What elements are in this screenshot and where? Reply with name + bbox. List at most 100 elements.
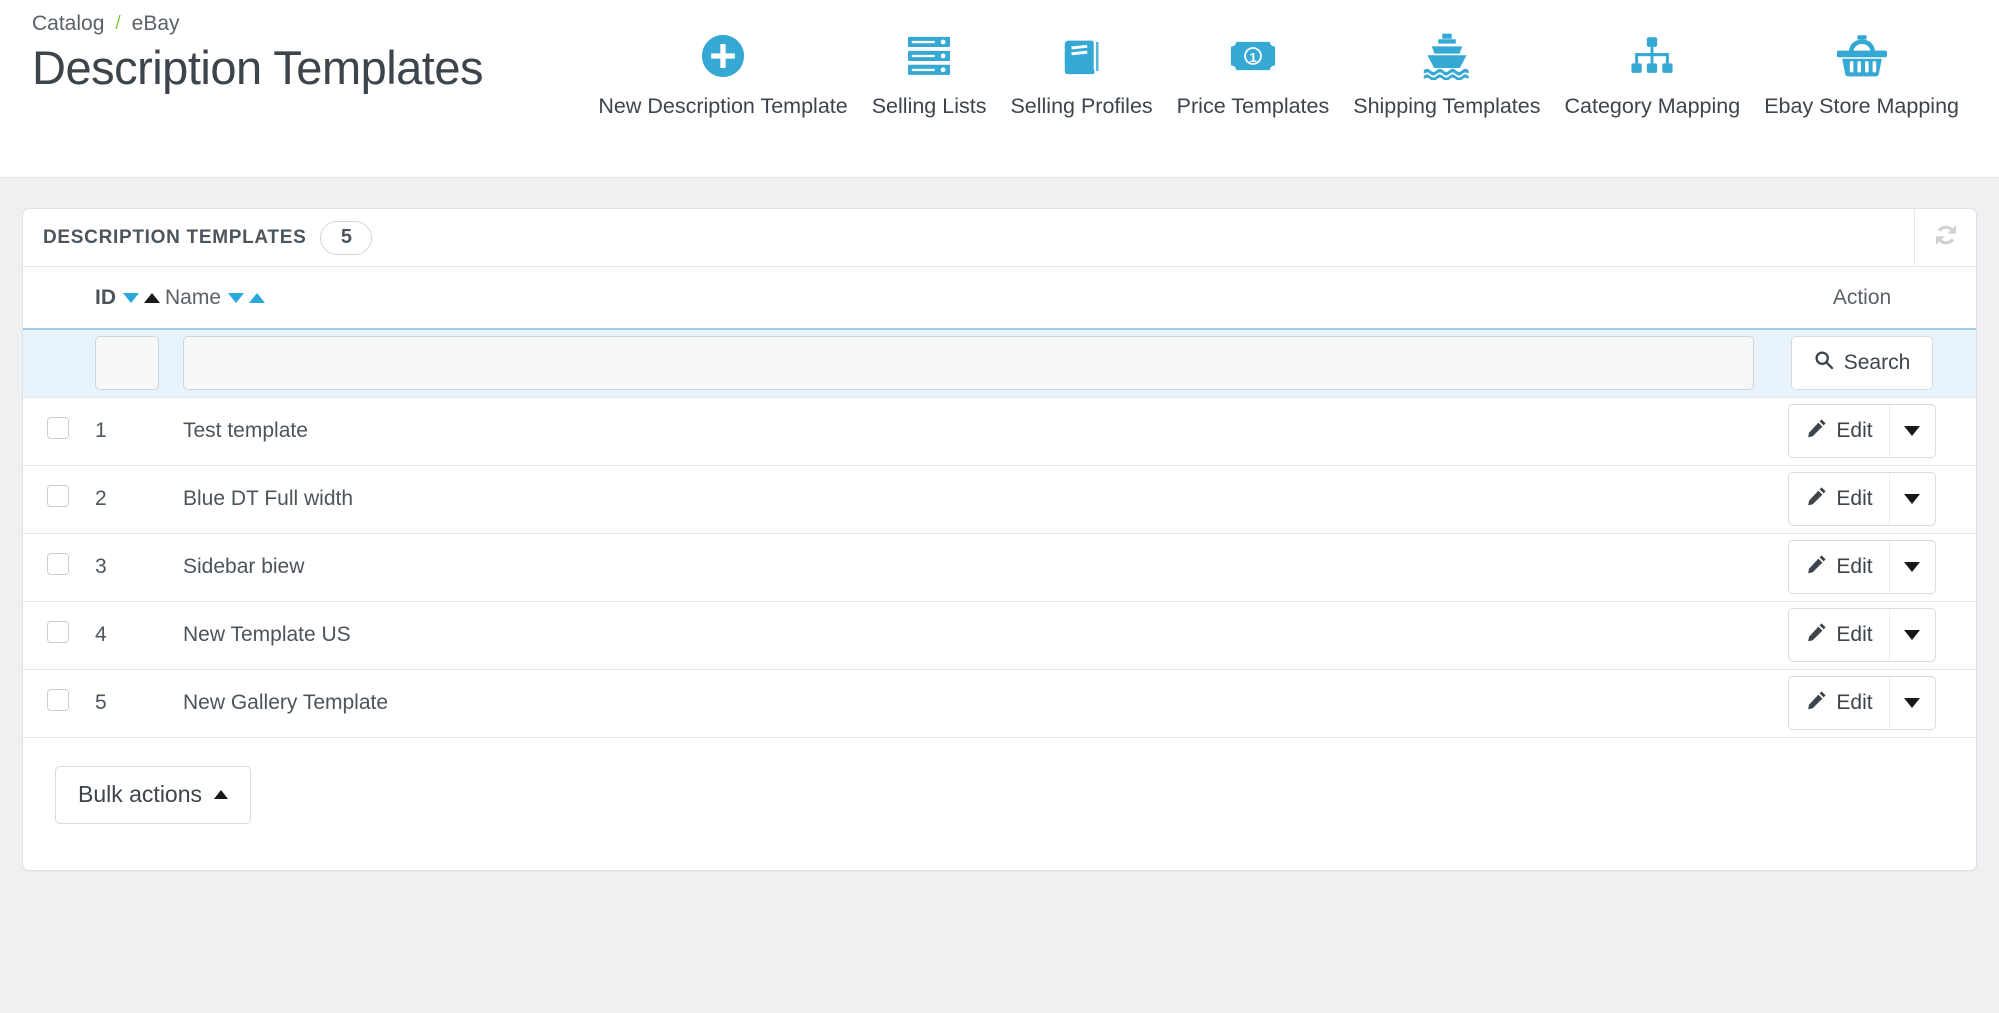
edit-button[interactable]: Edit [1788,608,1936,662]
row-checkbox[interactable] [47,553,69,575]
server-list-icon [906,26,952,86]
panel-footer: Bulk actions [23,738,1976,870]
column-header-id: ID [95,267,165,329]
edit-dropdown-toggle[interactable] [1888,405,1935,457]
table-row[interactable]: 5 New Gallery Template Edit [23,669,1976,738]
filter-spacer-cell [47,328,95,398]
toolbar-item-price-templates[interactable]: 1 Price Templates [1165,26,1342,120]
record-count-badge: 5 [320,220,373,255]
spacer-cell [1952,669,1976,738]
svg-text:1: 1 [1249,50,1256,65]
edit-button[interactable]: Edit [1788,404,1936,458]
row-id-cell: 1 [95,397,165,466]
toolbar-item-label: Selling Profiles [1010,94,1153,118]
page-header: Catalog / eBay Description Templates New… [0,0,1999,178]
filter-row: Search [23,328,1976,398]
row-action-cell: Edit [1772,601,1952,670]
spacer-cell [1952,465,1976,534]
panel-header-tools [1914,209,1976,266]
row-checkbox[interactable] [47,689,69,711]
book-icon [1060,26,1104,86]
sort-controls-id [123,292,160,303]
edit-dropdown-toggle[interactable] [1888,677,1935,729]
sort-desc-icon[interactable] [123,292,139,303]
edit-button-main[interactable]: Edit [1789,677,1888,729]
toolbar-item-label: Selling Lists [871,94,987,118]
description-templates-panel: DESCRIPTION TEMPLATES 5 ID Name Action S… [22,208,1977,871]
edit-button-main[interactable]: Edit [1789,541,1888,593]
table-row[interactable]: 1 Test template Edit [23,397,1976,466]
sort-desc-icon[interactable] [228,292,245,303]
breadcrumb-item-catalog[interactable]: Catalog [32,12,104,36]
spacer-cell [23,328,47,398]
plus-circle-icon [700,26,746,86]
sort-asc-icon[interactable] [144,292,160,303]
spacer-cell [23,533,47,602]
pencil-icon [1807,554,1827,580]
sort-asc-icon[interactable] [249,292,266,303]
toolbar-item-shipping-templates[interactable]: Shipping Templates [1341,26,1552,120]
filter-action-cell: Search [1772,328,1952,398]
chevron-down-icon [1904,426,1921,436]
row-id-cell: 3 [95,533,165,602]
toolbar-item-new-description-template[interactable]: New Description Template [586,26,859,120]
row-name-cell: Blue DT Full width [165,465,1772,534]
panel-header: DESCRIPTION TEMPLATES 5 [23,209,1976,267]
filter-name-input[interactable] [183,336,1754,391]
edit-button[interactable]: Edit [1788,676,1936,730]
spacer-cell [1952,533,1976,602]
spacer-cell [23,397,47,466]
toolbar-item-selling-lists[interactable]: Selling Lists [860,26,999,120]
spacer-cell [1952,397,1976,466]
edit-dropdown-toggle[interactable] [1888,541,1935,593]
row-checkbox[interactable] [47,621,69,643]
row-checkbox-cell [47,669,95,738]
row-checkbox-cell [47,465,95,534]
row-checkbox-cell [47,601,95,670]
table-row[interactable]: 3 Sidebar biew Edit [23,533,1976,602]
edit-dropdown-toggle[interactable] [1888,609,1935,661]
table-row[interactable]: 4 New Template US Edit [23,601,1976,670]
chevron-down-icon [1904,562,1921,572]
breadcrumb-item-ebay[interactable]: eBay [132,12,180,36]
chevron-down-icon [1904,698,1921,708]
spacer-cell [1952,267,1976,329]
row-id-cell: 4 [95,601,165,670]
toolbar-item-selling-profiles[interactable]: Selling Profiles [998,26,1164,120]
row-id-cell: 5 [95,669,165,738]
bulk-actions-button[interactable]: Bulk actions [55,765,252,824]
filter-id-input[interactable] [95,336,159,391]
search-button[interactable]: Search [1790,336,1934,391]
refresh-icon [1931,220,1961,255]
filter-name-cell [165,328,1772,398]
toolbar-item-ebay-store-mapping[interactable]: Ebay Store Mapping [1752,26,1971,120]
table-row[interactable]: 2 Blue DT Full width Edit [23,465,1976,534]
caret-up-icon [214,790,229,799]
edit-button-main[interactable]: Edit [1789,473,1888,525]
spacer-cell [23,669,47,738]
chevron-down-icon [1904,630,1921,640]
breadcrumb-separator: / [115,13,121,34]
edit-button[interactable]: Edit [1788,540,1936,594]
pencil-icon [1807,622,1827,648]
table-body: Search 1 Test template Edit 2 Blue DT Fu… [23,328,1976,738]
ship-icon [1421,26,1473,86]
description-templates-table: ID Name Action Search 1 Test template Ed… [23,267,1976,738]
row-checkbox[interactable] [47,417,69,439]
edit-button-label: Edit [1836,623,1873,646]
banknote-icon: 1 [1230,26,1276,86]
basket-icon [1836,26,1887,86]
refresh-button[interactable] [1914,209,1976,266]
main-content: DESCRIPTION TEMPLATES 5 ID Name Action S… [0,178,1999,871]
panel-title: DESCRIPTION TEMPLATES [43,226,307,248]
edit-button-main[interactable]: Edit [1789,405,1888,457]
toolbar-item-category-mapping[interactable]: Category Mapping [1553,26,1753,120]
search-icon [1814,350,1834,376]
row-checkbox[interactable] [47,485,69,507]
edit-button-main[interactable]: Edit [1789,609,1888,661]
edit-button-label: Edit [1836,555,1873,578]
edit-dropdown-toggle[interactable] [1888,473,1935,525]
edit-button[interactable]: Edit [1788,472,1936,526]
edit-button-label: Edit [1836,487,1873,510]
column-header-name-label: Name [165,285,222,309]
